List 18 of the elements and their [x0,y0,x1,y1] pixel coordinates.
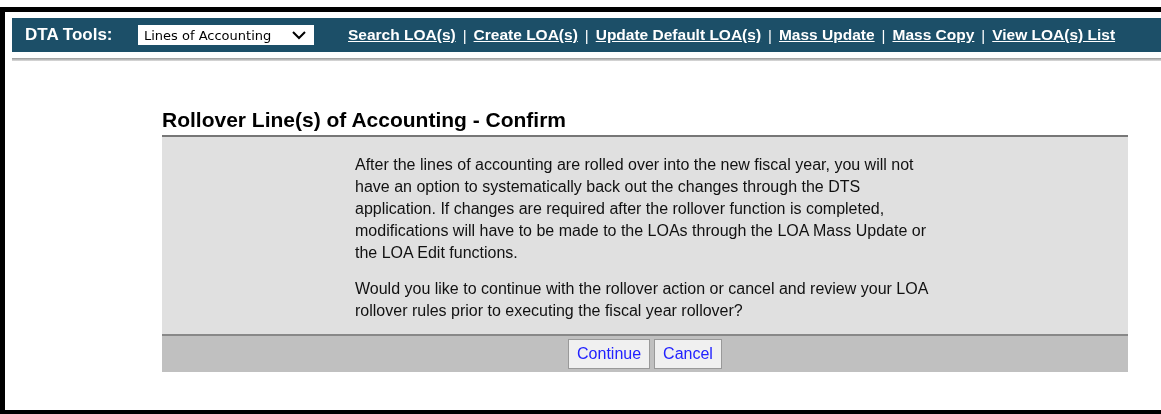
separator: | [584,26,589,44]
nav-link[interactable]: View LOA(s) List [992,26,1116,44]
nav-link[interactable]: Update Default LOA(s) [595,26,762,44]
action-button[interactable]: Continue [568,339,651,369]
message-text: Would you like to continue with the rollover action or cancel and review your LOA rollover rules prior to executing the fiscal year rollover? [355,279,930,321]
chevron-down-icon [292,30,306,40]
action-button[interactable]: Cancel [654,339,722,369]
separator: | [981,26,986,44]
nav-link[interactable]: Create LOA(s) [473,26,578,44]
separator: | [881,26,886,44]
separator: | [462,26,467,44]
nav-link[interactable]: Mass Update [778,26,875,44]
dropdown[interactable]: Lines of Accounting [138,25,314,45]
nav-link[interactable]: Search LOA(s) [348,26,456,44]
message-text: After the lines of accounting are rolled over into the new fiscal year, you will not have an option to systematically back out the changes through the DTS application. If changes are required after the rollover function is completed, modifications will have to be made to the LOAs through the LOA Mass Update or the LOA Edit functions. [355,155,927,263]
toolbar-label: DTA Tools: [25,25,114,45]
nav-link[interactable]: Mass Copy [892,26,975,44]
separator: | [768,26,772,44]
